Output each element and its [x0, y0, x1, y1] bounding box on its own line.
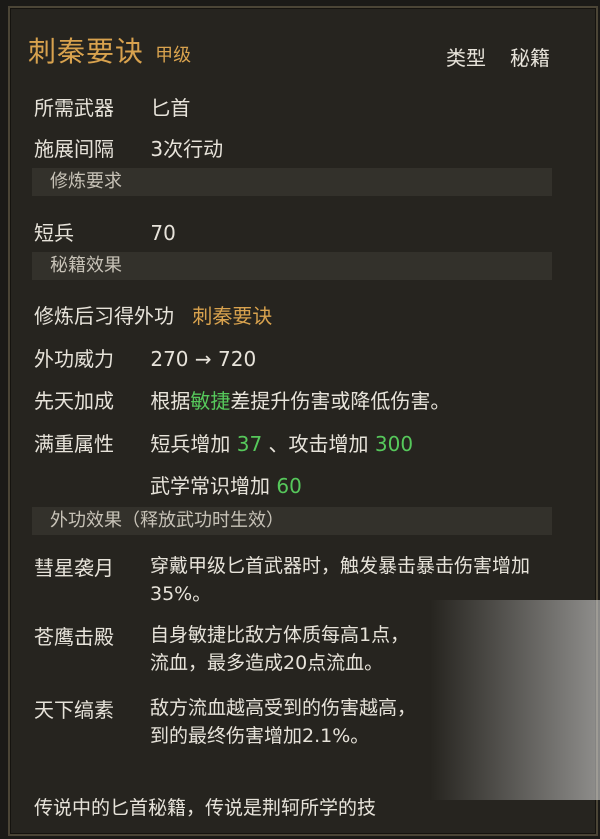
cast-interval-row: 施展间隔 3次行动: [34, 133, 223, 162]
external-effect-3-name: 天下缟素: [34, 698, 114, 722]
type-value: 秘籍: [510, 46, 550, 70]
cast-interval-label: 施展间隔: [34, 137, 114, 161]
external-effect-2: 苍鹰击殿: [34, 621, 144, 650]
section-external-effects: 外功效果（释放武功时生效）: [32, 507, 552, 535]
item-lore-text: 传说中的匕首秘籍，传说是荆轲所学的技: [34, 797, 377, 819]
full-weight-2-label: 、攻击增加: [268, 432, 369, 456]
full-weight-1-value: 37: [236, 432, 263, 456]
cast-interval-value: 3次行动: [150, 137, 224, 161]
external-effect-3-line-1: 敌方流血越高受到的伤害越高，: [150, 697, 417, 719]
external-effect-3-line-2: 到的最终伤害增加2.1%。: [150, 725, 370, 747]
full-weight-label: 满重属性: [34, 432, 114, 456]
innate-text-b: 差提升伤害或降低伤害。: [230, 389, 451, 413]
learn-row: 修炼后习得外功 刺秦要诀: [34, 300, 272, 329]
required-weapon-value: 匕首: [150, 96, 191, 120]
learn-value: 刺秦要诀: [192, 304, 273, 328]
required-weapon-row: 所需武器 匕首: [34, 92, 190, 121]
required-weapon-label: 所需武器: [34, 96, 114, 120]
power-label: 外功威力: [34, 347, 114, 371]
requirement-row: 短兵 70: [34, 217, 176, 246]
learn-label: 修炼后习得外功: [34, 304, 174, 328]
external-effect-1: 彗星袭月: [34, 552, 144, 581]
innate-row: 先天加成 根据敏捷差提升伤害或降低伤害。: [34, 385, 450, 414]
full-weight-3-value: 60: [276, 474, 302, 498]
external-effect-2-line-1: 自身敏捷比敌方体质每高1点，: [150, 624, 410, 646]
full-weight-2-value: 300: [374, 432, 414, 456]
power-row: 外功威力 270 → 720: [34, 343, 256, 372]
section-requirements: 修炼要求: [32, 168, 552, 196]
full-weight-row-2: 武学常识增加 60: [150, 470, 302, 499]
full-weight-3-label: 武学常识增加: [150, 474, 270, 498]
section-effects: 秘籍效果: [32, 252, 552, 280]
requirement-label: 短兵: [34, 221, 74, 245]
external-effect-3: 天下缟素: [34, 694, 144, 723]
item-grade: 甲级: [155, 45, 192, 66]
external-effect-1-name: 彗星袭月: [34, 556, 114, 580]
external-effect-2-line-2: 流血，最多造成20点流血。: [150, 652, 384, 674]
requirement-value: 70: [150, 221, 176, 245]
type-label: 类型: [446, 46, 486, 70]
full-weight-1-label: 短兵增加: [150, 432, 231, 456]
external-effect-2-name: 苍鹰击殿: [34, 625, 114, 649]
full-weight-row: 满重属性 短兵增加 37 、攻击增加 300: [34, 428, 413, 457]
innate-text-a: 根据: [150, 389, 191, 413]
external-effect-1-line-1: 穿戴甲级匕首武器时，触发暴击暴击伤害增加: [150, 555, 531, 577]
external-effect-2-desc: 自身敏捷比敌方体质每高1点， 流血，最多造成20点流血。: [150, 621, 409, 677]
power-value: 270 → 720: [150, 347, 257, 371]
innate-highlight: 敏捷: [190, 389, 231, 413]
innate-label: 先天加成: [34, 389, 114, 413]
item-title: 刺秦要诀: [28, 35, 145, 68]
external-effect-3-desc: 敌方流血越高受到的伤害越高， 到的最终伤害增加2.1%。: [150, 694, 416, 750]
item-header: 刺秦要诀 甲级: [28, 30, 191, 70]
right-edge-overlay: [430, 600, 600, 800]
